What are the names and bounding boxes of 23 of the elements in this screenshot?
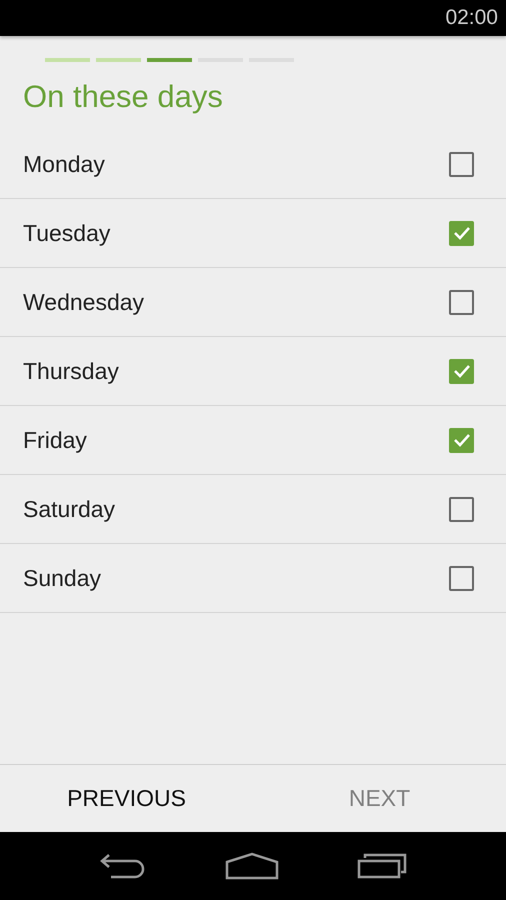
checkmark-icon (452, 226, 470, 240)
day-checkbox[interactable] (449, 428, 474, 452)
day-label: Sunday (23, 564, 102, 592)
checkmark-icon (452, 433, 470, 447)
checkmark-icon (452, 364, 470, 378)
day-label: Monday (23, 150, 105, 178)
day-checkbox[interactable] (449, 220, 474, 246)
day-checkbox[interactable] (449, 566, 474, 590)
home-icon[interactable] (225, 852, 279, 880)
day-checkbox[interactable] (449, 358, 474, 384)
nav-button[interactable]: PREVIOUS (0, 765, 253, 832)
day-label: Wednesday (23, 288, 144, 316)
back-icon[interactable] (99, 852, 147, 880)
day-checkbox[interactable] (449, 496, 474, 522)
page-title: On these days (22, 78, 224, 116)
day-label: Thursday (23, 358, 119, 384)
day-label: Saturday (23, 496, 116, 522)
day-label: Tuesday (23, 220, 110, 246)
day-checkbox[interactable] (449, 152, 474, 176)
day-label: Friday (23, 426, 87, 454)
status-time: 02:00 (445, 6, 498, 30)
day-checkbox[interactable] (449, 290, 474, 314)
recent-apps-icon[interactable] (357, 853, 407, 879)
